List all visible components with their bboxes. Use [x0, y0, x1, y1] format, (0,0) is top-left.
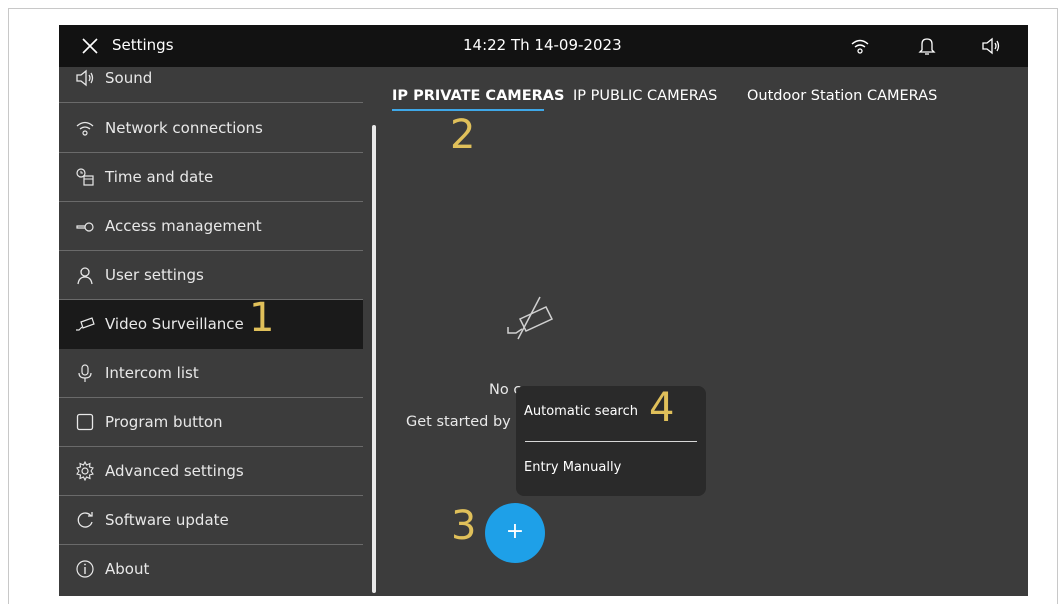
- sidebar-item-intercom-list[interactable]: Intercom list: [59, 349, 363, 398]
- annotation-1: 1: [249, 295, 275, 341]
- user-icon: [77, 267, 93, 285]
- sidebar-item-about[interactable]: About: [59, 545, 363, 594]
- sidebar-item-video-surveillance[interactable]: Video Surveillance: [59, 300, 363, 349]
- close-icon[interactable]: [81, 37, 99, 55]
- sidebar-item-label: Network connections: [105, 119, 263, 137]
- add-camera-menu: Automatic search Entry Manually: [516, 386, 706, 496]
- sidebar-item-access-management[interactable]: Access management: [59, 202, 363, 251]
- speaker-icon[interactable]: [980, 35, 1002, 57]
- sidebar-item-time-date[interactable]: Time and date: [59, 153, 363, 202]
- annotation-4: 4: [649, 385, 675, 431]
- sidebar-item-label: Video Surveillance: [105, 315, 244, 333]
- tab-ip-private-cameras[interactable]: IP PRIVATE CAMERAS: [392, 88, 564, 104]
- sidebar-item-label: Time and date: [105, 168, 214, 186]
- empty-state-subtitle: Get started by a: [406, 414, 525, 430]
- sidebar-scrollbar[interactable]: [372, 125, 376, 593]
- sidebar-item-label: Intercom list: [105, 364, 199, 382]
- microphone-icon: [78, 364, 92, 382]
- sidebar-item-label: Advanced settings: [105, 462, 244, 480]
- sidebar-item-label: About: [105, 560, 150, 578]
- annotation-2: 2: [450, 112, 476, 158]
- page-title: Settings: [112, 36, 174, 54]
- sidebar-item-network[interactable]: Network connections: [59, 104, 363, 153]
- add-camera-button[interactable]: +: [485, 503, 545, 563]
- menu-item-entry-manually[interactable]: Entry Manually: [524, 460, 621, 475]
- gear-icon: [76, 461, 94, 481]
- bell-icon[interactable]: [916, 35, 938, 57]
- square-icon: [76, 413, 94, 431]
- top-bar: Settings 14:22 Th 14-09-2023: [59, 25, 1028, 67]
- settings-sidebar: Sound Network connections Time and date: [59, 67, 364, 596]
- info-icon: [76, 560, 94, 578]
- clock-calendar-icon: [76, 168, 94, 186]
- menu-item-automatic-search[interactable]: Automatic search: [524, 404, 638, 419]
- sidebar-item-program-button[interactable]: Program button: [59, 398, 363, 447]
- sidebar-item-label: User settings: [105, 266, 204, 284]
- key-icon: [76, 222, 94, 232]
- camera-off-icon: [507, 296, 554, 340]
- tab-ip-public-cameras[interactable]: IP PUBLIC CAMERAS: [573, 88, 717, 104]
- device-screen: Settings 14:22 Th 14-09-2023 Sound Netwo…: [59, 25, 1028, 596]
- wifi-icon: [76, 121, 94, 136]
- refresh-icon: [77, 512, 93, 528]
- active-tab-indicator: [392, 109, 544, 111]
- tab-outdoor-station-cameras[interactable]: Outdoor Station CAMERAS: [747, 88, 937, 104]
- annotation-3: 3: [451, 503, 477, 549]
- sidebar-item-user-settings[interactable]: User settings: [59, 251, 363, 300]
- clock-date: 14:22 Th 14-09-2023: [463, 36, 622, 54]
- wifi-icon[interactable]: [849, 35, 871, 57]
- speaker-icon: [76, 69, 94, 87]
- sidebar-item-label: Access management: [105, 217, 262, 235]
- sidebar-item-advanced-settings[interactable]: Advanced settings: [59, 447, 363, 496]
- sidebar-item-software-update[interactable]: Software update: [59, 496, 363, 545]
- camera-icon: [76, 317, 95, 331]
- sidebar-item-label: Sound: [105, 69, 153, 87]
- sidebar-item-label: Program button: [105, 413, 223, 431]
- sidebar-item-label: Software update: [105, 511, 229, 529]
- menu-divider: [525, 441, 697, 442]
- sidebar-item-sound[interactable]: Sound: [59, 67, 363, 103]
